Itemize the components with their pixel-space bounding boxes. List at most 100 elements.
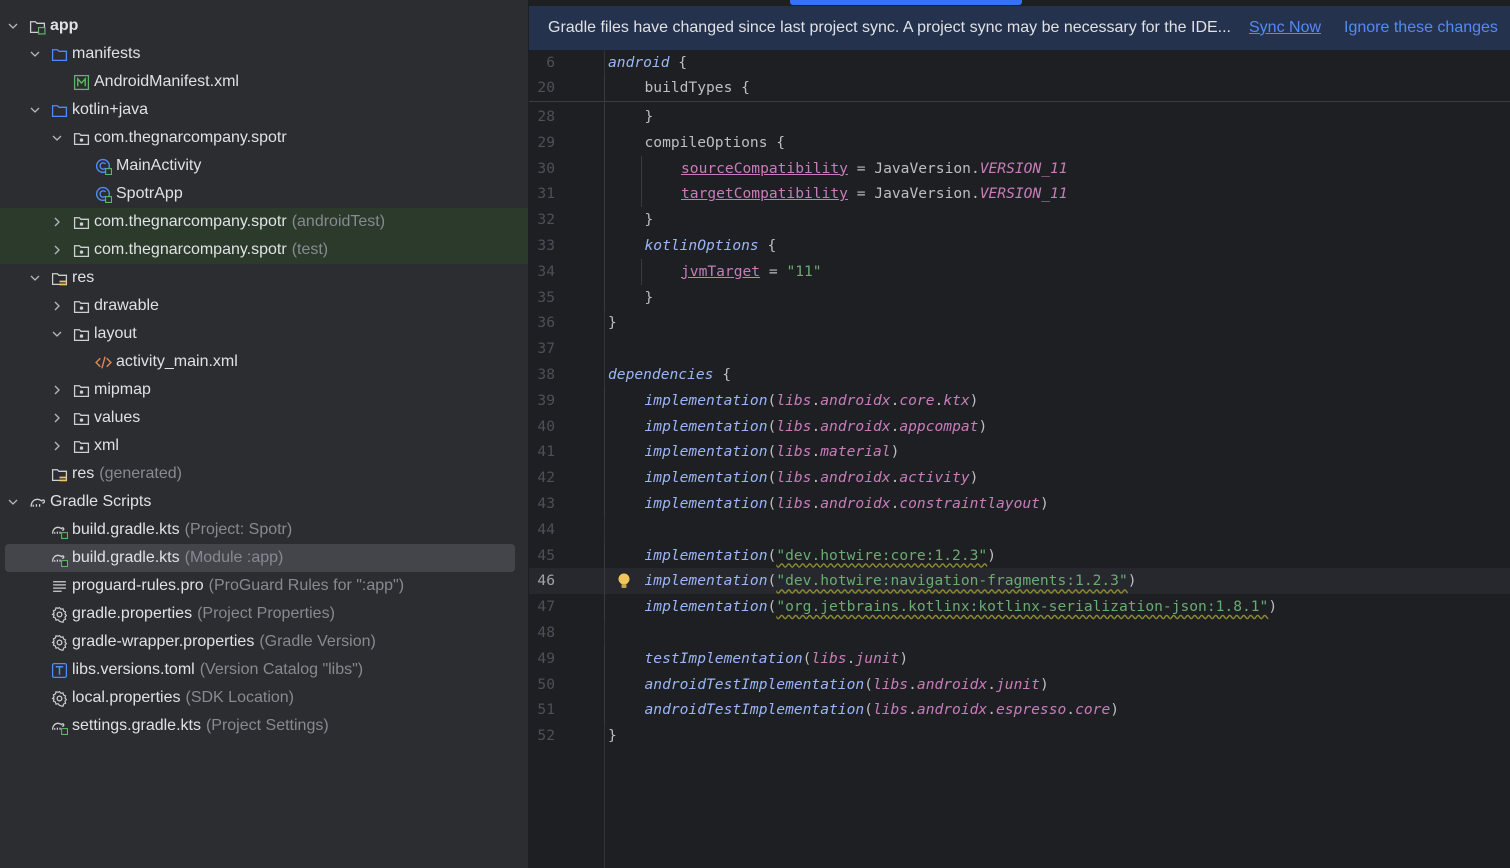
code-line[interactable]: 37 (529, 336, 1510, 362)
code-line[interactable]: 31 targetCompatibility = JavaVersion.VERS… (529, 181, 1510, 208)
tree-item[interactable]: MainActivity (0, 152, 528, 180)
code-line[interactable]: 38 dependencies { (529, 362, 1510, 388)
tree-item[interactable]: layout (0, 320, 528, 348)
chevron-down-icon[interactable] (6, 19, 20, 33)
chevron-right-icon[interactable] (50, 243, 64, 257)
code-token: implementation (644, 495, 768, 512)
indent-guide (604, 594, 605, 621)
chevron-right-icon[interactable] (50, 411, 64, 425)
tree-item[interactable]: activity_main.xml (0, 348, 528, 376)
tree-item[interactable]: gradle-wrapper.properties (Gradle Version… (0, 628, 528, 656)
code-token: androidx (916, 675, 988, 693)
code-line[interactable]: 48 (529, 620, 1510, 646)
tree-item[interactable]: AndroidManifest.xml (0, 68, 528, 96)
code-token: = JavaVersion. (847, 185, 980, 203)
code-line[interactable]: 52} (529, 723, 1510, 749)
code-token: android (608, 54, 670, 71)
tree-item[interactable]: app (0, 12, 528, 40)
tree-item[interactable]: proguard-rules.pro (ProGuard Rules for ":… (0, 572, 528, 600)
code-token: VERSION_11 (979, 185, 1068, 203)
module-folder-icon (28, 17, 46, 35)
tree-item[interactable]: res (0, 264, 528, 292)
line-number: 45 (537, 546, 555, 564)
code-token: { (713, 366, 732, 383)
tree-item-label: libs.versions.toml (72, 661, 195, 678)
sync-progress-bar (790, 0, 1022, 5)
tree-item-hint: (Project Properties) (197, 605, 335, 622)
package-folder-icon (72, 213, 90, 231)
chevron-right-icon[interactable] (50, 383, 64, 397)
code-line[interactable]: 39 implementation(libs.androidx.core.ktx) (529, 387, 1510, 414)
tree-item[interactable]: settings.gradle.kts (Project Settings) (0, 712, 528, 740)
code-line[interactable]: 29 compileOptions { (529, 129, 1510, 156)
code-line[interactable]: 50 androidTestImplementation(libs.android… (529, 671, 1510, 698)
tree-item[interactable]: com.thegnarcompany.spotr (test) (0, 236, 528, 264)
code-token: ) (978, 417, 988, 435)
indent-guide (604, 155, 605, 182)
tree-item[interactable]: gradle.properties (Project Properties) (0, 600, 528, 628)
line-number: 42 (537, 469, 555, 487)
chevron-right-icon[interactable] (50, 439, 64, 453)
code-line[interactable]: 28} (529, 104, 1510, 130)
tree-item-hint: (Version Catalog "libs") (199, 661, 364, 678)
code-line[interactable]: 36} (529, 310, 1510, 336)
code-line[interactable]: 6 android { (529, 50, 1510, 76)
code-line[interactable]: 33 kotlinOptions { (529, 233, 1510, 259)
code-line[interactable]: 32} (529, 207, 1510, 234)
ignore-changes-link[interactable]: Ignore these changes (1344, 19, 1498, 37)
code-line[interactable]: 35} (529, 284, 1510, 311)
tree-item[interactable]: com.thegnarcompany.spotr (androidTest) (0, 208, 528, 236)
code-editor[interactable]: Gradle files have changed since last pro… (529, 0, 1510, 868)
line-number: 52 (537, 727, 555, 745)
tree-item[interactable]: drawable (0, 292, 528, 320)
tree-item[interactable]: manifests (0, 40, 528, 68)
tree-item-label: kotlin+java (72, 101, 149, 118)
code-line[interactable]: 30 sourceCompatibility = JavaVersion.VERS… (529, 155, 1510, 182)
chevron-down-icon[interactable] (28, 47, 42, 61)
chevron-down-icon[interactable] (6, 495, 20, 509)
chevron-right-icon[interactable] (50, 215, 64, 229)
code-line[interactable]: 20 buildTypes { (529, 75, 1510, 101)
indent-guide (604, 568, 605, 595)
lightbulb-icon[interactable] (617, 572, 631, 590)
tree-item[interactable]: com.thegnarcompany.spotr (0, 124, 528, 152)
tree-item[interactable]: Gradle Scripts (0, 488, 528, 516)
code-line[interactable]: 34 jvmTarget = "11" (529, 258, 1510, 285)
code-line[interactable]: 42 implementation(libs.androidx.activity) (529, 465, 1510, 492)
line-number: 51 (537, 701, 555, 719)
tree-item[interactable]: res (generated) (0, 460, 528, 488)
chevron-down-icon[interactable] (50, 327, 64, 341)
tree-item[interactable]: local.properties (SDK Location) (0, 684, 528, 712)
gradle-file-icon (50, 549, 68, 567)
code-line[interactable]: 51 androidTestImplementation(libs.android… (529, 697, 1510, 724)
code-line[interactable]: 43 implementation(libs.androidx.constrain… (529, 491, 1510, 517)
tree-item[interactable]: build.gradle.kts (Project: Spotr) (0, 516, 528, 544)
line-number: 29 (537, 133, 555, 151)
sync-now-link[interactable]: Sync Now (1249, 19, 1321, 37)
tree-item[interactable]: build.gradle.kts (Module :app) (0, 544, 528, 572)
code-token: activity (899, 469, 970, 487)
tree-item[interactable]: mipmap (0, 376, 528, 404)
code-line[interactable]: 40 implementation(libs.androidx.appcompat… (529, 413, 1510, 440)
tree-item-label: gradle.properties (72, 605, 193, 622)
tree-item[interactable]: libs.versions.toml (Version Catalog "libs… (0, 656, 528, 684)
tree-item[interactable]: xml (0, 432, 528, 460)
code-line[interactable]: 44 (529, 517, 1510, 543)
code-token: libs (872, 701, 909, 719)
chevron-down-icon[interactable] (28, 103, 42, 117)
code-line[interactable]: 49 testImplementation(libs.junit) (529, 645, 1510, 672)
line-number: 46 (537, 572, 555, 590)
tree-item[interactable]: SpotrApp (0, 180, 528, 208)
code-line[interactable]: 45 implementation("dev.hotwire:core:1.2.3… (529, 542, 1510, 569)
code-line[interactable]: 46 implementation("dev.hotwire:navigation… (529, 568, 1510, 595)
code-token: ( (767, 598, 777, 616)
chevron-down-icon[interactable] (50, 131, 64, 145)
tree-item[interactable]: values (0, 404, 528, 432)
line-number: 44 (537, 520, 555, 538)
chevron-down-icon[interactable] (28, 271, 42, 285)
code-token: androidx (820, 417, 891, 435)
code-line[interactable]: 47 implementation("org.jetbrains.kotlinx:… (529, 594, 1510, 621)
chevron-right-icon[interactable] (50, 299, 64, 313)
tree-item[interactable]: kotlin+java (0, 96, 528, 124)
code-line[interactable]: 41 implementation(libs.material) (529, 439, 1510, 466)
